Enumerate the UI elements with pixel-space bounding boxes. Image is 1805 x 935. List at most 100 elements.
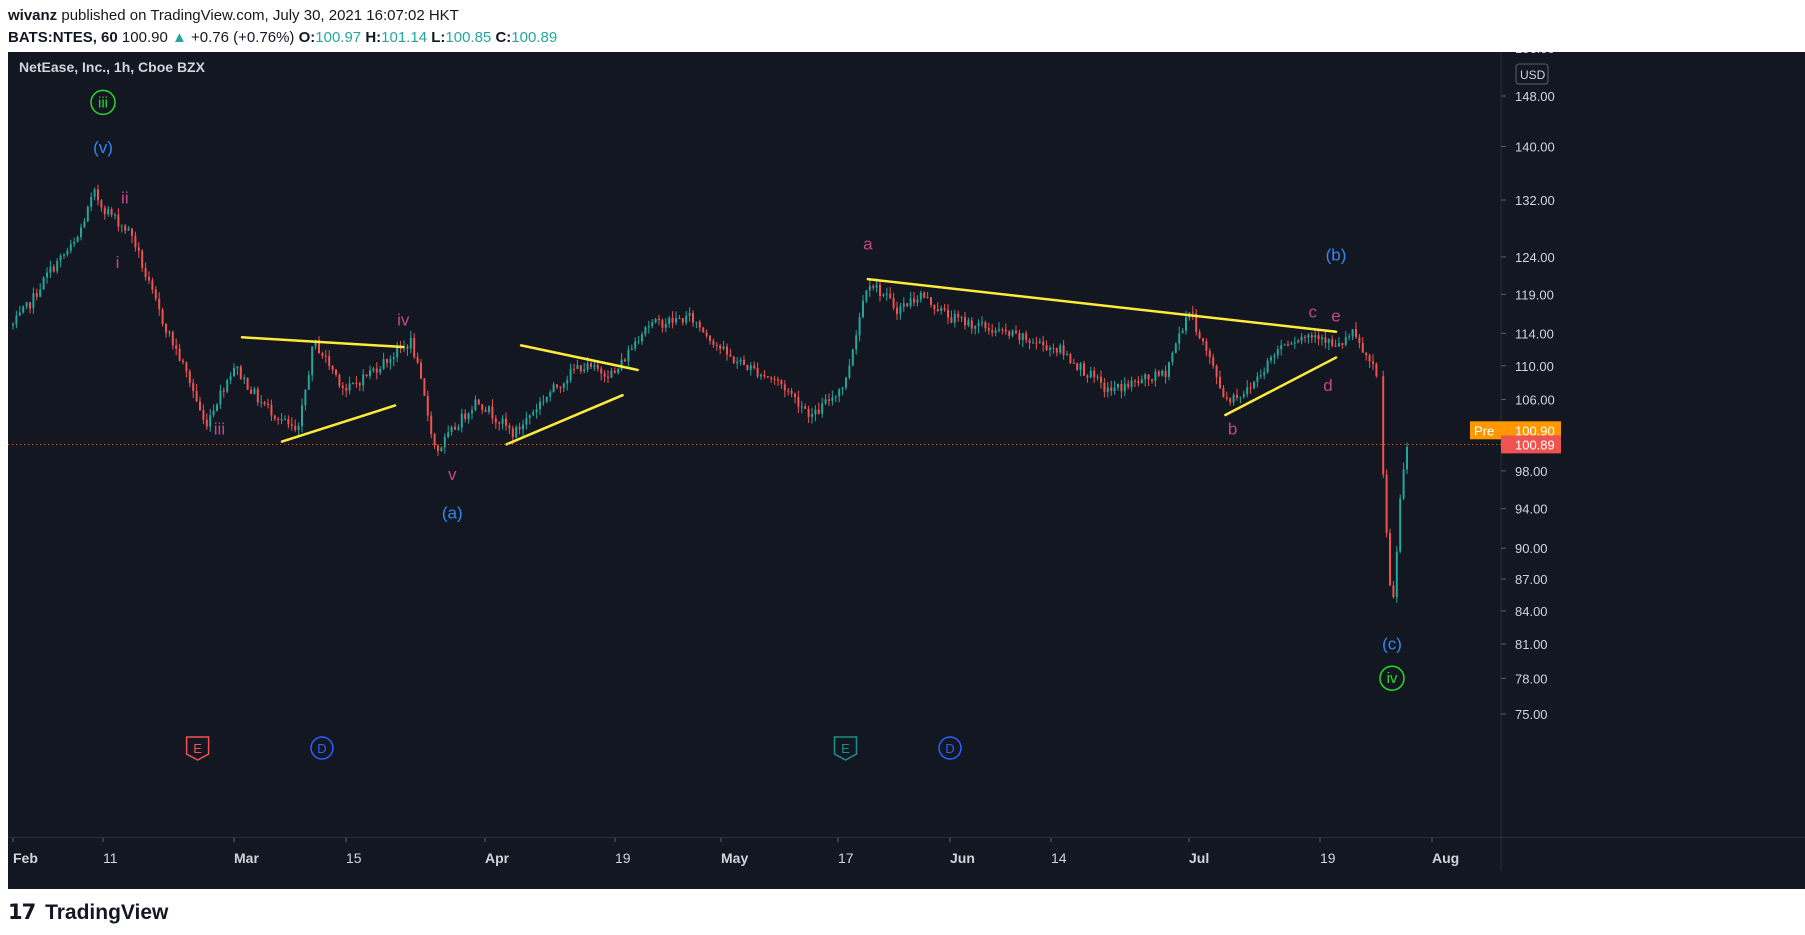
candle-body [705, 332, 708, 336]
candle-body [1304, 336, 1306, 338]
wave-label: a [863, 235, 873, 254]
candle-body [59, 255, 62, 261]
candle-body [879, 284, 881, 296]
candle-body [1055, 348, 1058, 353]
candle-body [477, 399, 480, 405]
candle-body [447, 432, 450, 437]
candle-body [794, 393, 796, 398]
publisher-name[interactable]: wivanz [8, 7, 57, 24]
candle-body [233, 367, 235, 377]
candle-body [328, 356, 331, 367]
candle-body [352, 382, 354, 384]
wave-label: (a) [442, 503, 463, 522]
candle-body [1344, 337, 1347, 345]
candle-body [185, 362, 188, 372]
candle-body [1164, 370, 1167, 377]
event-marker-label: D [945, 741, 954, 756]
candle-body [977, 323, 980, 327]
candle-body [1093, 370, 1096, 378]
candle-body [494, 418, 497, 423]
candle-body [899, 306, 902, 315]
candle-body [981, 322, 983, 324]
candle-body [341, 385, 344, 388]
candle-body [22, 306, 25, 313]
chart-title: NetEase, Inc., 1h, Cboe BZX [19, 59, 206, 75]
candle-body [970, 320, 973, 329]
candle-body [1147, 374, 1150, 380]
candle-body [525, 417, 528, 425]
candle-body [1249, 387, 1252, 389]
candle-body [1157, 371, 1160, 376]
candle-body [559, 387, 562, 389]
y-tick-label: 156.00 [1515, 52, 1555, 56]
candle-body [637, 341, 640, 343]
candle-body [287, 419, 290, 425]
x-tick-label: Jun [950, 850, 975, 866]
candle-body [821, 403, 824, 414]
candle-body [253, 389, 256, 394]
candle-body [114, 214, 116, 216]
candle-body [1351, 329, 1354, 337]
candle-body [440, 447, 443, 452]
candle-body [692, 313, 694, 323]
candle-body [1212, 357, 1215, 366]
candle-body [491, 406, 494, 419]
candle-body [1229, 398, 1232, 403]
candle-body [195, 391, 198, 402]
candle-body [664, 323, 667, 328]
candle-body [1154, 371, 1157, 381]
candle-body [243, 377, 246, 380]
candle-body [644, 327, 647, 335]
x-tick-label: 19 [615, 850, 631, 866]
wave-label: (c) [1382, 635, 1402, 654]
candle-body [331, 366, 334, 370]
candle-body [168, 331, 171, 333]
candle-body [1236, 394, 1238, 398]
candle-body [433, 433, 436, 446]
candle-body [304, 389, 307, 406]
candle-body [600, 368, 603, 374]
x-tick-label: Feb [13, 850, 38, 866]
x-tick-label: Aug [1432, 850, 1459, 866]
candle-body [307, 375, 310, 390]
candle-body [1402, 469, 1405, 499]
candle-body [311, 346, 314, 376]
candle-body [838, 389, 841, 397]
candle-body [1008, 331, 1011, 336]
candle-body [134, 235, 137, 248]
y-tick-label: 106.00 [1515, 392, 1555, 407]
candle-body [182, 360, 184, 363]
candle-body [712, 340, 715, 345]
currency-label: USD [1520, 68, 1546, 82]
candle-body [1358, 337, 1361, 343]
candle-body [746, 364, 749, 370]
chart-panel[interactable]: 75.00 78.00 81.00 84.00 87.00 90.00 94.00 98.00… [8, 52, 1805, 889]
candle-body [294, 425, 297, 430]
wave-label: iii [98, 94, 108, 111]
candle-body [263, 402, 266, 405]
candle-body [110, 209, 113, 216]
candle-body [1205, 341, 1208, 351]
candle-body [1287, 344, 1289, 346]
candle-body [811, 414, 813, 417]
candle-body [25, 302, 28, 307]
candle-body [1263, 372, 1266, 376]
candle-body [1062, 345, 1065, 355]
candle-body [702, 327, 705, 333]
candle-body [420, 362, 422, 379]
candle-body [290, 424, 293, 426]
candle-body [277, 418, 280, 421]
chart-svg[interactable]: 75.00 78.00 81.00 84.00 87.00 90.00 94.00 98.00… [8, 52, 1805, 889]
candle-body [933, 304, 936, 310]
candle-body [270, 404, 273, 416]
candle-body [379, 369, 382, 373]
candle-body [154, 289, 157, 299]
candle-body [984, 322, 987, 329]
candle-body [100, 200, 103, 208]
candle-body [1242, 394, 1245, 397]
candle-body [940, 308, 943, 311]
candle-body [603, 373, 606, 377]
candle-body [80, 227, 82, 238]
tradingview-footer[interactable]: 𝟭𝟳 TradingView [8, 900, 168, 925]
candle-body [627, 349, 630, 362]
